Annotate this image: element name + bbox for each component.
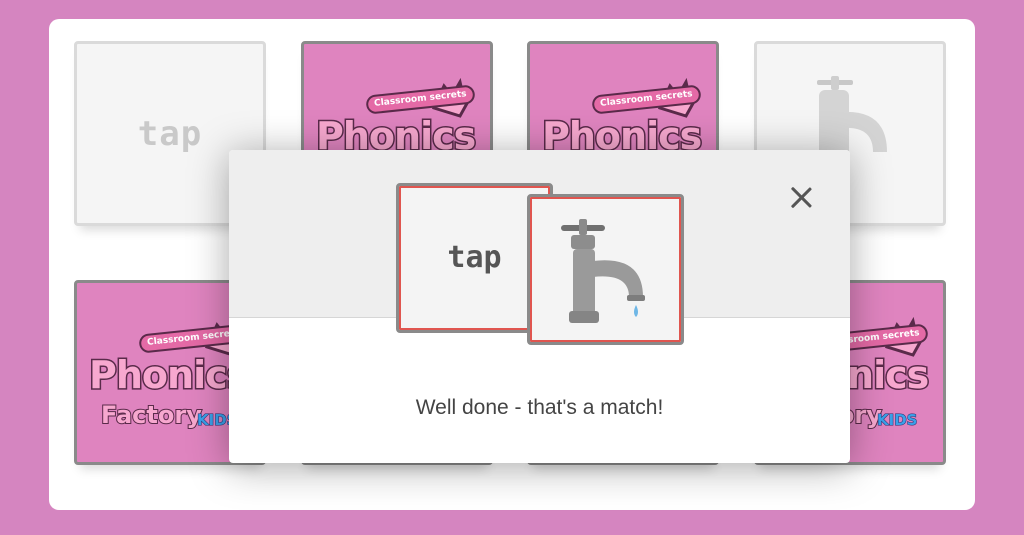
card-word: tap	[137, 114, 203, 154]
match-dialog: tap Well done - that's a match!	[229, 150, 850, 463]
brand-sub: Factory	[100, 400, 203, 430]
close-icon[interactable]	[788, 184, 816, 212]
match-message: Well done - that's a match!	[415, 396, 664, 419]
matched-picture-card	[527, 194, 684, 345]
brand-kids: KIDS	[876, 411, 918, 430]
brand-main: Phonics	[87, 352, 250, 399]
tap-faucet-icon	[561, 219, 645, 323]
